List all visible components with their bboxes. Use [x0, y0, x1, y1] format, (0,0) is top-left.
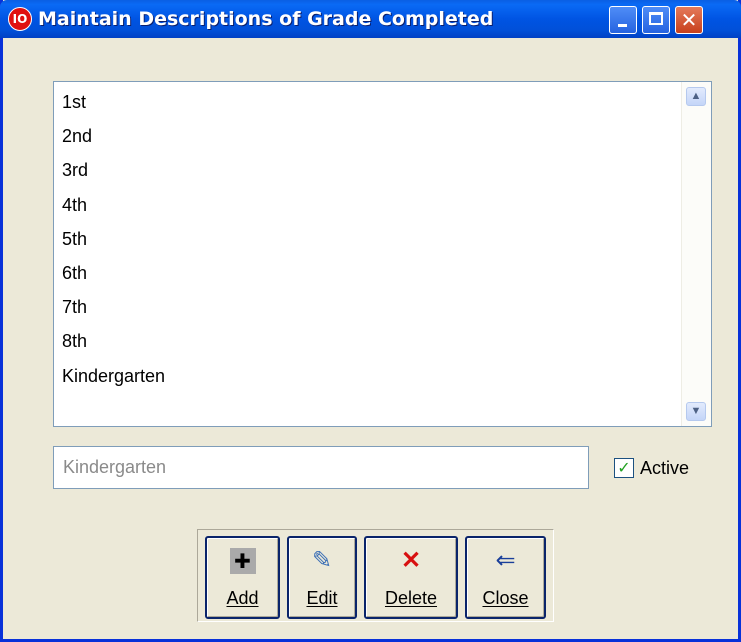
active-checkbox[interactable]: ✓: [614, 458, 634, 478]
edit-pencil-icon: ✎: [311, 547, 333, 574]
list-item[interactable]: 7th: [54, 290, 681, 324]
list-item[interactable]: 3rd: [54, 153, 681, 187]
chevron-down-icon: ▼: [690, 405, 702, 417]
scroll-up-button[interactable]: ▲: [686, 87, 706, 106]
title-bar[interactable]: IO Maintain Descriptions of Grade Comple…: [0, 0, 741, 38]
active-label: Active: [640, 458, 690, 478]
list-item[interactable]: 1st: [54, 85, 681, 119]
maximize-icon: [649, 12, 663, 25]
list-item[interactable]: Kindergarten: [54, 359, 681, 393]
grade-list-items: 1st 2nd 3rd 4th 5th 6th 7th 8th Kindergarten: [54, 82, 681, 393]
list-item[interactable]: 2nd: [54, 119, 681, 153]
close-button[interactable]: ⇐ Close: [465, 536, 546, 619]
minimize-button[interactable]: [609, 6, 637, 34]
description-input[interactable]: Kindergarten: [53, 446, 589, 489]
list-item[interactable]: 5th: [54, 222, 681, 256]
chevron-up-icon: ▲: [690, 90, 702, 102]
window-title: Maintain Descriptions of Grade Completed: [38, 8, 494, 30]
list-item[interactable]: 8th: [54, 324, 681, 358]
scroll-down-button[interactable]: ▼: [686, 402, 706, 421]
grade-list[interactable]: 1st 2nd 3rd 4th 5th 6th 7th 8th Kindergarten ▲ ▼: [53, 81, 712, 427]
io-logo-icon[interactable]: IO: [8, 7, 32, 31]
add-button[interactable]: ✚ Add: [205, 536, 280, 619]
edit-button[interactable]: ✎ Edit: [287, 536, 357, 619]
close-button-label: Close: [482, 588, 529, 608]
red-x-icon: ✕: [400, 547, 422, 574]
delete-button[interactable]: ✕ Delete: [364, 536, 458, 619]
plus-icon: ✚: [229, 548, 256, 574]
minimize-icon: [618, 24, 627, 27]
close-icon: ✕: [680, 8, 698, 32]
list-item[interactable]: 4th: [54, 188, 681, 222]
close-window-button[interactable]: ✕: [675, 6, 703, 34]
delete-button-label: Delete: [384, 588, 438, 608]
exit-door-icon: ⇐: [495, 547, 516, 574]
edit-button-label: Edit: [306, 588, 338, 608]
maximize-button[interactable]: [642, 6, 670, 34]
list-scrollbar[interactable]: ▲ ▼: [681, 82, 711, 426]
list-item[interactable]: 6th: [54, 256, 681, 290]
add-button-label: Add: [226, 588, 259, 608]
